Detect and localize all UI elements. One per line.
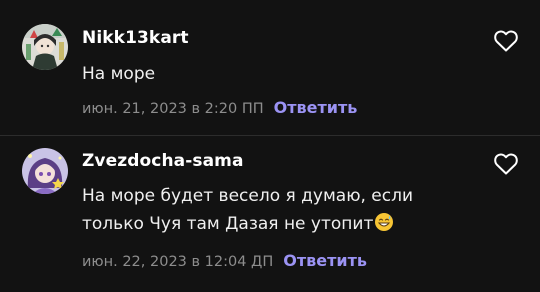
avatar[interactable] xyxy=(22,24,68,70)
comment-text-line-wrap: только Чуя там Дазая не утопит xyxy=(82,210,482,241)
comment-author[interactable]: Zvezdocha-sama xyxy=(82,151,244,171)
comment-text-line: только Чуя там Дазая не утопит xyxy=(82,214,374,234)
heart-outline-icon[interactable] xyxy=(494,30,518,52)
comment-text: На море xyxy=(82,60,482,88)
comment-text: На море будет весело я думаю, если тольк… xyxy=(82,182,482,241)
comment-item: Nikk13kart На море июн. 21, 2023 в 2:20 … xyxy=(0,0,540,135)
comment-date: июн. 22, 2023 в 12:04 ДП xyxy=(82,254,274,270)
comment-item: Zvezdocha-sama На море будет весело я ду… xyxy=(0,136,540,292)
comment-text-line: На море xyxy=(82,64,156,84)
comment-author[interactable]: Nikk13kart xyxy=(82,28,189,48)
reply-button[interactable]: Ответить xyxy=(283,251,367,270)
heart-outline-icon[interactable] xyxy=(494,153,518,175)
comment-date: июн. 21, 2023 в 2:20 ПП xyxy=(82,101,264,117)
avatar[interactable] xyxy=(22,148,68,194)
comment-meta: июн. 21, 2023 в 2:20 ПП Ответить xyxy=(82,98,357,117)
grinning-sweat-emoji-icon xyxy=(374,212,394,241)
reply-button[interactable]: Ответить xyxy=(274,98,358,117)
comment-meta: июн. 22, 2023 в 12:04 ДП Ответить xyxy=(82,251,367,270)
comment-text-line: На море будет весело я думаю, если xyxy=(82,186,414,206)
